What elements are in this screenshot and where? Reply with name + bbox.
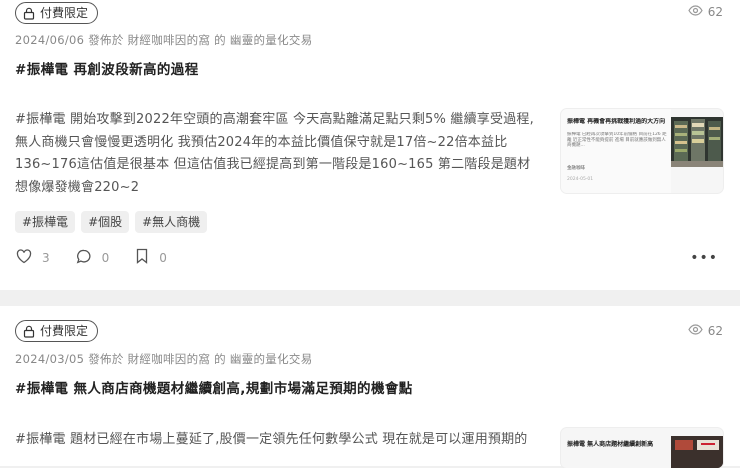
excerpt-line: #振樺電 題材已經在市場上蔓延了,股價一定領先任何數學公式 現在就是可以運用預期…: [15, 432, 528, 447]
post-excerpt[interactable]: #振樺電 開始攻擊到2022年空頭的高潮套牢區 今天高點離滿足點只剩5% 繼續享…: [15, 109, 555, 199]
post-meta: 2024/06/06 發佈於 財經咖啡因的窩 的 幽靈的量化交易: [15, 33, 313, 47]
post-card[interactable]: 付費限定 62 2024/06/06 發佈於 財經咖啡因的窩 的 幽靈的量化交易…: [0, 0, 740, 290]
thumbnail-caption: 振樺電 已經再次攻擊到10年前價格 目前在126 距離 近正常性不能夠提前 進場…: [567, 132, 667, 148]
thumbnail-store-photo: [671, 436, 723, 468]
more-options-icon[interactable]: •••: [690, 250, 718, 266]
post-thumbnail[interactable]: 振樺電 再機會再挑戰獲利過的大方向 振樺電 已經再次攻擊到10年前價格 目前在1…: [561, 109, 723, 193]
excerpt-line: #振樺電 開始攻擊到2022年空頭的高潮套牢區 今天高點離滿足點只剩5% 繼續享…: [15, 112, 534, 127]
thumbnail-author: 金融咖啡: [567, 166, 585, 171]
tag-chip[interactable]: #無人商機: [135, 211, 208, 233]
like-button[interactable]: 3: [16, 248, 50, 267]
excerpt-line: 想像爆發機會220~2: [15, 179, 140, 195]
comment-button[interactable]: 0: [76, 249, 110, 267]
comment-count: 0: [101, 250, 110, 265]
post-meta: 2024/03/05 發佈於 財經咖啡因的窩 的 幽靈的量化交易: [15, 352, 313, 366]
view-count-value: 62: [707, 5, 723, 19]
thumbnail-store-photo: [671, 117, 723, 167]
heart-icon: [16, 248, 32, 267]
comment-icon: [76, 249, 92, 267]
lock-icon: [23, 7, 35, 20]
lock-icon: [23, 325, 35, 338]
bookmark-count: 0: [159, 250, 167, 265]
badge-label: 付費限定: [40, 324, 89, 338]
tag-chip[interactable]: #個股: [81, 211, 130, 233]
paid-only-badge: 付費限定: [15, 320, 99, 342]
bookmark-icon: [135, 248, 149, 267]
thumbnail-date: 2024-05-01: [567, 177, 594, 182]
thumbnail-text-panel: 振樺電 再機會再挑戰獲利過的大方向 振樺電 已經再次攻擊到10年前價格 目前在1…: [561, 109, 671, 193]
thumbnail-headline: 振樺電 再機會再挑戰獲利過的大方向: [567, 118, 666, 125]
view-count: 62: [688, 5, 723, 19]
tag-chip[interactable]: #振樺電: [15, 211, 76, 233]
eye-icon: [688, 5, 703, 19]
post-thumbnail[interactable]: 振樺電 無人商店題材繼續創新高: [561, 428, 723, 468]
view-count-value: 62: [707, 324, 723, 338]
post-actions: 3 0 0: [16, 248, 193, 267]
eye-icon: [688, 324, 703, 338]
bookmark-button[interactable]: 0: [135, 248, 167, 267]
post-card[interactable]: 付費限定 62 2024/03/05 發佈於 財經咖啡因的窩 的 幽靈的量化交易…: [0, 306, 740, 468]
post-title[interactable]: #振樺電 無人商店商機題材繼續創高,規劃市場滿足預期的機會點: [15, 377, 413, 397]
badge-label: 付費限定: [40, 6, 89, 20]
view-count: 62: [688, 324, 723, 338]
post-title[interactable]: #振樺電 再創波段新高的過程: [15, 58, 199, 78]
post-excerpt[interactable]: #振樺電 題材已經在市場上蔓延了,股價一定領先任何數學公式 現在就是可以運用預期…: [15, 429, 555, 452]
excerpt-line: 136~176這估值是很基本 但這估值我已經提高到第一階段是160~165 第二…: [15, 157, 531, 172]
excerpt-line: 無人商機只會慢慢更透明化 我預估2024年的本益比價值保守就是17倍~22倍本益…: [15, 134, 508, 150]
tag-list: #振樺電 #個股 #無人商機: [15, 211, 208, 233]
paid-only-badge: 付費限定: [15, 2, 99, 24]
like-count: 3: [42, 250, 50, 265]
